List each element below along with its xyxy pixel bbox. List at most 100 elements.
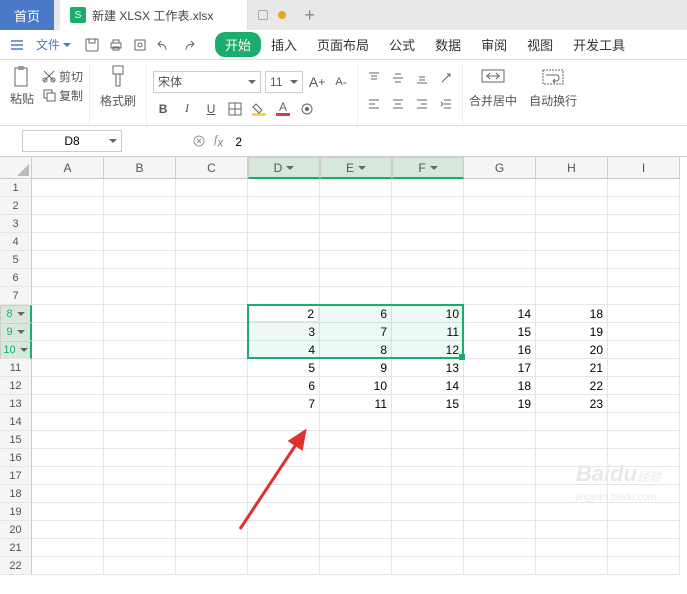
cell-D15[interactable] xyxy=(248,431,320,449)
row-header-18[interactable]: 18 xyxy=(0,485,32,503)
cell-F11[interactable]: 13 xyxy=(392,359,464,377)
row-header-17[interactable]: 17 xyxy=(0,467,32,485)
cell-H15[interactable] xyxy=(536,431,608,449)
decrease-font-icon[interactable]: A- xyxy=(331,72,351,92)
save-icon[interactable] xyxy=(85,38,99,52)
font-size-select[interactable]: 11 xyxy=(265,71,303,93)
cell-B15[interactable] xyxy=(104,431,176,449)
cell-A21[interactable] xyxy=(32,539,104,557)
wrap-text-button[interactable]: 自动换行 xyxy=(523,64,583,125)
cell-A5[interactable] xyxy=(32,251,104,269)
cell-C8[interactable] xyxy=(176,305,248,323)
orientation-icon[interactable] xyxy=(436,68,456,88)
cell-I20[interactable] xyxy=(608,521,680,539)
cell-G14[interactable] xyxy=(464,413,536,431)
col-header-B[interactable]: B xyxy=(104,157,176,179)
cell-B13[interactable] xyxy=(104,395,176,413)
cell-D19[interactable] xyxy=(248,503,320,521)
workbook-tab[interactable]: S 新建 XLSX 工作表.xlsx xyxy=(60,0,248,30)
cell-H5[interactable] xyxy=(536,251,608,269)
cell-B8[interactable] xyxy=(104,305,176,323)
cell-C19[interactable] xyxy=(176,503,248,521)
cell-E20[interactable] xyxy=(320,521,392,539)
cell-C6[interactable] xyxy=(176,269,248,287)
cell-H13[interactable]: 23 xyxy=(536,395,608,413)
bold-button[interactable]: B xyxy=(153,99,173,119)
cell-A9[interactable] xyxy=(32,323,104,341)
cell-E11[interactable]: 9 xyxy=(320,359,392,377)
cell-A20[interactable] xyxy=(32,521,104,539)
cell-I14[interactable] xyxy=(608,413,680,431)
cell-D18[interactable] xyxy=(248,485,320,503)
align-bottom-icon[interactable] xyxy=(412,68,432,88)
cell-H17[interactable] xyxy=(536,467,608,485)
cell-A15[interactable] xyxy=(32,431,104,449)
cell-G15[interactable] xyxy=(464,431,536,449)
cell-A3[interactable] xyxy=(32,215,104,233)
cell-I18[interactable] xyxy=(608,485,680,503)
cell-C14[interactable] xyxy=(176,413,248,431)
cell-B21[interactable] xyxy=(104,539,176,557)
cell-E8[interactable]: 6 xyxy=(320,305,392,323)
cell-E6[interactable] xyxy=(320,269,392,287)
cell-F16[interactable] xyxy=(392,449,464,467)
add-tab-button[interactable]: + xyxy=(294,5,325,26)
cell-G7[interactable] xyxy=(464,287,536,305)
cell-H20[interactable] xyxy=(536,521,608,539)
home-tab[interactable]: 首页 xyxy=(0,0,54,30)
ribbon-tab-2[interactable]: 页面布局 xyxy=(307,32,379,57)
cell-I11[interactable] xyxy=(608,359,680,377)
cell-B7[interactable] xyxy=(104,287,176,305)
cell-H12[interactable]: 22 xyxy=(536,377,608,395)
align-center-icon[interactable] xyxy=(388,94,408,114)
cell-C5[interactable] xyxy=(176,251,248,269)
cell-F3[interactable] xyxy=(392,215,464,233)
cell-F10[interactable]: 12 xyxy=(392,341,464,359)
cell-F13[interactable]: 15 xyxy=(392,395,464,413)
col-header-F[interactable]: F xyxy=(392,157,464,179)
cancel-formula-icon[interactable] xyxy=(192,134,206,148)
row-header-20[interactable]: 20 xyxy=(0,521,32,539)
print-icon[interactable] xyxy=(109,38,123,52)
row-header-10[interactable]: 10 xyxy=(0,341,32,359)
cell-A4[interactable] xyxy=(32,233,104,251)
row-header-7[interactable]: 7 xyxy=(0,287,32,305)
cell-C11[interactable] xyxy=(176,359,248,377)
preview-icon[interactable] xyxy=(133,38,147,52)
row-header-2[interactable]: 2 xyxy=(0,197,32,215)
cell-D22[interactable] xyxy=(248,557,320,575)
fx-icon[interactable]: fx xyxy=(214,132,223,149)
col-header-G[interactable]: G xyxy=(464,157,536,179)
cell-B3[interactable] xyxy=(104,215,176,233)
cell-I22[interactable] xyxy=(608,557,680,575)
row-header-12[interactable]: 12 xyxy=(0,377,32,395)
menu-icon[interactable] xyxy=(4,38,30,52)
cell-G1[interactable] xyxy=(464,179,536,197)
cell-G2[interactable] xyxy=(464,197,536,215)
font-name-select[interactable]: 宋体 xyxy=(153,71,261,93)
cell-I8[interactable] xyxy=(608,305,680,323)
cell-F9[interactable]: 11 xyxy=(392,323,464,341)
cell-C10[interactable] xyxy=(176,341,248,359)
cell-C17[interactable] xyxy=(176,467,248,485)
ribbon-tab-1[interactable]: 插入 xyxy=(261,32,307,57)
cell-B5[interactable] xyxy=(104,251,176,269)
cell-G16[interactable] xyxy=(464,449,536,467)
cell-A6[interactable] xyxy=(32,269,104,287)
align-top-icon[interactable] xyxy=(364,68,384,88)
cell-G18[interactable] xyxy=(464,485,536,503)
cell-C15[interactable] xyxy=(176,431,248,449)
cell-E14[interactable] xyxy=(320,413,392,431)
cell-H18[interactable] xyxy=(536,485,608,503)
cell-F20[interactable] xyxy=(392,521,464,539)
cell-C2[interactable] xyxy=(176,197,248,215)
cell-G11[interactable]: 17 xyxy=(464,359,536,377)
cell-I6[interactable] xyxy=(608,269,680,287)
cell-G8[interactable]: 14 xyxy=(464,305,536,323)
cell-A1[interactable] xyxy=(32,179,104,197)
cell-H1[interactable] xyxy=(536,179,608,197)
cell-G22[interactable] xyxy=(464,557,536,575)
cell-A10[interactable] xyxy=(32,341,104,359)
cell-G3[interactable] xyxy=(464,215,536,233)
cell-D5[interactable] xyxy=(248,251,320,269)
